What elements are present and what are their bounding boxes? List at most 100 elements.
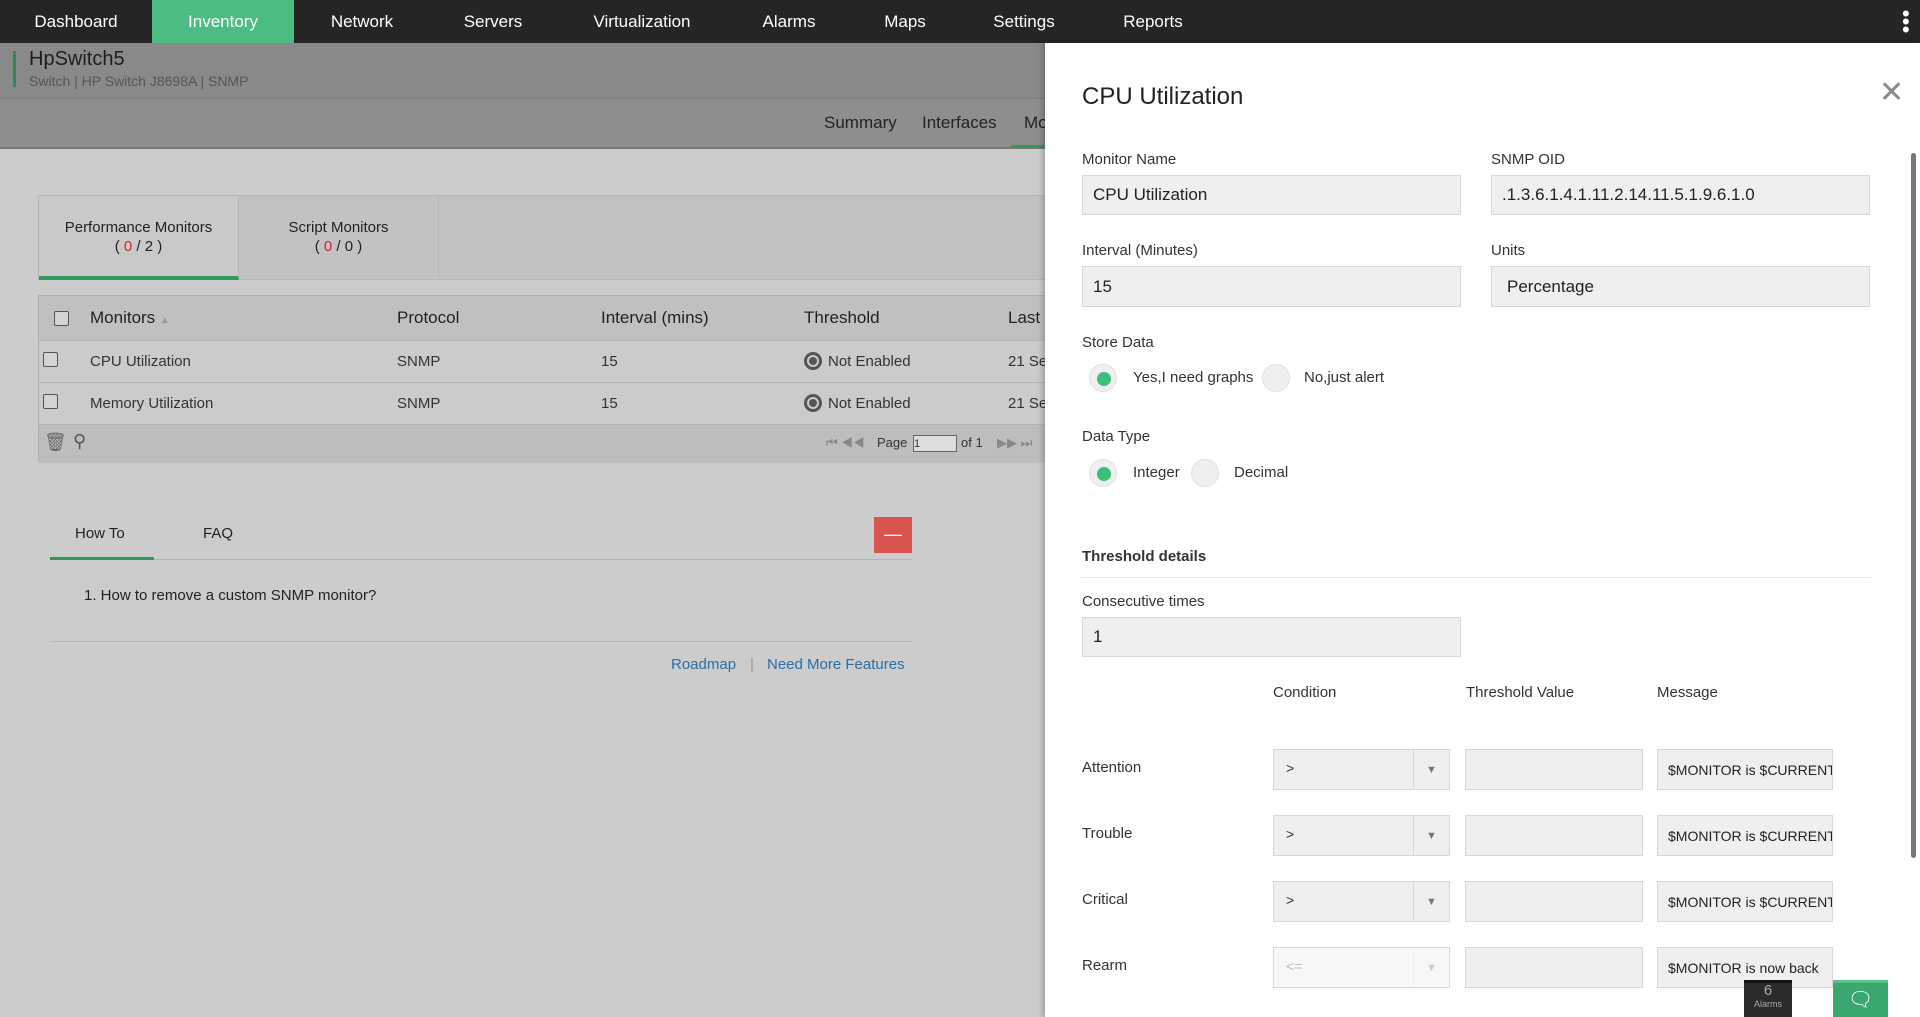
- interval-input[interactable]: 15: [1082, 266, 1461, 307]
- edit-monitor-panel: CPU Utilization ✕ Monitor Name CPU Utili…: [1045, 43, 1920, 1017]
- interval-label: Interval (Minutes): [1082, 242, 1198, 259]
- monitor-name[interactable]: Memory Utilization: [90, 395, 213, 412]
- nav-network[interactable]: Network: [300, 0, 424, 43]
- table-footer: 🗑 ⚲ ⏮ ◀◀ Page of 1 ▶▶ ⏭: [39, 425, 1047, 463]
- nav-alarms[interactable]: Alarms: [730, 0, 848, 43]
- critical-condition-select[interactable]: > ▼: [1273, 881, 1450, 922]
- tab-performance-monitors[interactable]: Performance Monitors ( 0 / 2 ): [39, 196, 239, 280]
- data-type-integer-radio[interactable]: [1089, 459, 1117, 487]
- collapse-button[interactable]: —: [874, 517, 912, 553]
- nav-settings[interactable]: Settings: [964, 0, 1084, 43]
- rearm-label: Rearm: [1082, 957, 1128, 974]
- subnav-active-indicator: [1011, 145, 1045, 148]
- monitor-name[interactable]: CPU Utilization: [90, 353, 191, 370]
- col-threshold: Threshold: [804, 308, 880, 327]
- trouble-condition-select[interactable]: > ▼: [1273, 815, 1450, 856]
- alarm-count: 6: [1763, 982, 1773, 999]
- alarms-badge[interactable]: 6 Alarms: [1744, 980, 1792, 1017]
- last: 21 Se: [1008, 353, 1048, 370]
- howto-item[interactable]: 1. How to remove a custom SNMP monitor?: [84, 587, 376, 604]
- attention-condition-select[interactable]: > ▼: [1273, 749, 1450, 790]
- table-header: Monitors ▲ Protocol Interval (mins) Thre…: [39, 296, 1050, 341]
- snmp-oid-input[interactable]: .1.3.6.1.4.1.11.2.14.11.5.1.9.6.1.0: [1491, 175, 1870, 215]
- trouble-message-input[interactable]: $MONITOR is $CURRENT: [1657, 815, 1833, 856]
- divider: [50, 641, 912, 642]
- need-more-features-link[interactable]: Need More Features: [767, 656, 905, 673]
- last: 21 Se: [1008, 395, 1048, 412]
- tab-underline: [50, 557, 154, 560]
- data-type-decimal-radio[interactable]: [1191, 459, 1219, 487]
- consecutive-label: Consecutive times: [1082, 593, 1205, 610]
- disabled-icon: [804, 352, 822, 370]
- protocol: SNMP: [397, 395, 441, 412]
- chevron-down-icon: ▼: [1413, 816, 1449, 855]
- threshold-heading: Threshold details: [1082, 548, 1207, 565]
- col-protocol: Protocol: [397, 308, 460, 327]
- tab-script-monitors[interactable]: Script Monitors ( 0 / 0 ): [239, 196, 439, 280]
- attention-message-input[interactable]: $MONITOR is $CURRENT: [1657, 749, 1833, 790]
- store-data-no-radio[interactable]: [1262, 364, 1290, 392]
- table-row: Memory Utilization SNMP 15 Not Enabled 2…: [39, 383, 1047, 425]
- next-page-icon[interactable]: ▶▶ ⏭: [997, 435, 1032, 451]
- attention-label: Attention: [1082, 759, 1142, 776]
- trash-icon[interactable]: 🗑: [44, 432, 67, 453]
- page-input[interactable]: [913, 435, 957, 452]
- chat-bubbles-icon[interactable]: 🗨: [1833, 980, 1888, 1017]
- col-monitors[interactable]: Monitors ▲: [90, 308, 170, 328]
- row-checkbox[interactable]: [43, 352, 58, 367]
- interval: 15: [601, 353, 618, 370]
- chevron-down-icon: ▼: [1413, 948, 1449, 987]
- nav-servers[interactable]: Servers: [432, 0, 554, 43]
- interval: 15: [601, 395, 618, 412]
- consecutive-input[interactable]: 1: [1082, 617, 1461, 657]
- close-icon[interactable]: ✕: [1879, 75, 1904, 110]
- device-header: HpSwitch5 Switch | HP Switch J8698A | SN…: [0, 43, 1045, 99]
- device-name: HpSwitch5: [29, 48, 125, 70]
- accent-bar: [13, 51, 16, 87]
- tab-faq[interactable]: FAQ: [203, 525, 233, 542]
- store-data-no-label: No,just alert: [1304, 369, 1385, 386]
- nav-inventory[interactable]: Inventory: [152, 0, 294, 43]
- link-separator: |: [750, 656, 754, 673]
- monitor-name-input[interactable]: CPU Utilization: [1082, 175, 1461, 215]
- page-label: Page: [877, 435, 908, 450]
- device-subnav: Summary Interfaces Mo: [0, 99, 1048, 149]
- select-all-checkbox[interactable]: [54, 311, 69, 326]
- nav-reports[interactable]: Reports: [1094, 0, 1212, 43]
- data-type-label: Data Type: [1082, 428, 1151, 445]
- col-interval: Interval (mins): [601, 308, 709, 327]
- nav-maps[interactable]: Maps: [855, 0, 955, 43]
- row-checkbox[interactable]: [43, 394, 58, 409]
- store-data-yes-radio[interactable]: [1089, 364, 1117, 392]
- monitor-tabs: Performance Monitors ( 0 / 2 ) Script Mo…: [38, 195, 1048, 280]
- panel-scrollbar[interactable]: [1911, 153, 1916, 858]
- kebab-vertical-icon[interactable]: • • •: [1902, 3, 1910, 41]
- nav-virtualization[interactable]: Virtualization: [562, 0, 722, 43]
- trouble-threshold-input[interactable]: [1465, 815, 1643, 856]
- trouble-label: Trouble: [1082, 825, 1133, 842]
- threshold-value-header: Threshold Value: [1466, 684, 1575, 701]
- subnav-summary[interactable]: Summary: [824, 113, 897, 133]
- first-page-icon[interactable]: ⏮ ◀◀: [826, 435, 865, 451]
- nav-dashboard[interactable]: Dashboard: [0, 0, 152, 43]
- tab-how-to[interactable]: How To: [75, 525, 125, 542]
- content-area: [0, 150, 1045, 1017]
- attention-threshold-input[interactable]: [1465, 749, 1643, 790]
- panel-title: CPU Utilization: [1082, 83, 1244, 110]
- units-input[interactable]: Percentage: [1491, 266, 1870, 307]
- tab-label: Performance Monitors: [64, 219, 213, 236]
- monitors-table: Monitors ▲ Protocol Interval (mins) Thre…: [38, 295, 1050, 463]
- roadmap-link[interactable]: Roadmap: [671, 656, 736, 673]
- subnav-interfaces[interactable]: Interfaces: [922, 113, 997, 133]
- threshold: Not Enabled: [804, 352, 911, 370]
- store-data-yes-label: Yes,I need graphs: [1133, 369, 1254, 386]
- units-label: Units: [1491, 242, 1526, 259]
- alarm-label: Alarms: [1753, 999, 1782, 1009]
- data-type-decimal-label: Decimal: [1234, 464, 1289, 481]
- device-subtitle: Switch | HP Switch J8698A | SNMP: [29, 73, 249, 89]
- rearm-threshold-input[interactable]: [1465, 947, 1643, 988]
- critical-threshold-input[interactable]: [1465, 881, 1643, 922]
- search-icon[interactable]: ⚲: [73, 431, 86, 452]
- rearm-condition-select: <= ▼: [1273, 947, 1450, 988]
- critical-message-input[interactable]: $MONITOR is $CURRENT: [1657, 881, 1833, 922]
